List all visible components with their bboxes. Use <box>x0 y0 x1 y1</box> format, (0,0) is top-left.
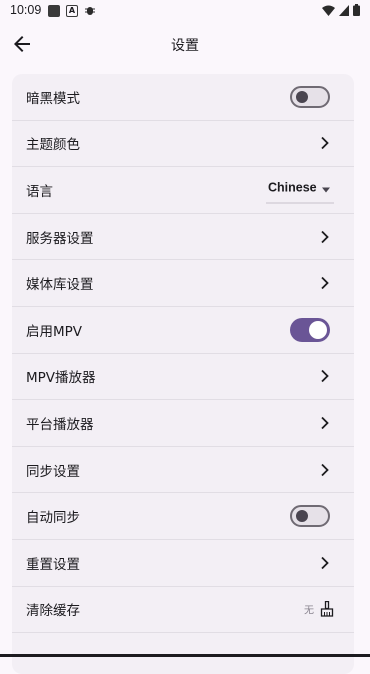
caret-down-icon <box>322 187 330 193</box>
chevron-right-icon <box>321 277 329 290</box>
chevron-right-icon <box>321 230 329 243</box>
switch-knob <box>309 320 327 339</box>
setting-row-platform-player[interactable]: 平台播放器 <box>12 400 354 447</box>
setting-label: 服务器设置 <box>26 230 94 247</box>
switch-knob <box>296 510 308 523</box>
app-bar: 设置 <box>0 22 370 66</box>
setting-label: 语言 <box>26 183 53 200</box>
setting-row-theme-color[interactable]: 主题颜色 <box>12 121 354 168</box>
language-select[interactable]: Chinese <box>266 176 334 204</box>
language-select-value: Chinese <box>268 180 317 195</box>
setting-label: 清除缓存 <box>26 603 80 620</box>
chevron-right-icon <box>321 556 329 569</box>
setting-label: 同步设置 <box>26 463 80 480</box>
setting-row-server-settings[interactable]: 服务器设置 <box>12 214 354 261</box>
status-time: 10:09 <box>10 3 42 17</box>
wifi-icon <box>322 5 335 19</box>
setting-row-language[interactable]: 语言 Chinese <box>12 167 354 214</box>
setting-label: MPV播放器 <box>26 370 96 387</box>
setting-label: 启用MPV <box>26 323 83 340</box>
setting-label: 平台播放器 <box>26 416 94 433</box>
setting-row-library-settings[interactable]: 媒体库设置 <box>12 260 354 307</box>
enable-mpv-switch[interactable] <box>290 317 330 342</box>
chevron-right-icon <box>321 370 329 383</box>
status-icons-left: A <box>48 4 96 18</box>
page-title: 设置 <box>171 38 199 54</box>
status-icons-right <box>322 4 360 19</box>
setting-label: 媒体库设置 <box>26 277 94 294</box>
setting-row-reset-settings[interactable]: 重置设置 <box>12 540 354 587</box>
setting-row-clear-cache[interactable]: 清除缓存 无 <box>12 587 354 634</box>
settings-card: 暗黑模式 主题颜色 语言 Chinese 服务器设置 媒体库设置 启用MPV M… <box>12 74 354 674</box>
setting-label: 暗黑模式 <box>26 90 80 107</box>
setting-label: 重置设置 <box>26 556 80 573</box>
cache-size-value: 无 <box>304 605 314 617</box>
setting-row-enable-mpv[interactable]: 启用MPV <box>12 307 354 354</box>
setting-row-auto-sync[interactable]: 自动同步 <box>12 493 354 540</box>
chevron-right-icon <box>321 463 329 476</box>
chevron-right-icon <box>321 416 329 430</box>
bug-icon <box>84 4 96 18</box>
status-bar: 10:09 A <box>0 0 370 22</box>
auto-sync-switch[interactable] <box>290 505 330 528</box>
signal-icon <box>339 4 349 19</box>
setting-row-dark-mode[interactable]: 暗黑模式 <box>12 74 354 121</box>
setting-label: 自动同步 <box>26 510 80 527</box>
chevron-right-icon <box>321 137 329 150</box>
setting-row-mpv-player[interactable]: MPV播放器 <box>12 354 354 401</box>
setting-label: 主题颜色 <box>26 137 80 154</box>
battery-icon <box>353 4 360 19</box>
dark-mode-switch[interactable] <box>290 85 330 108</box>
switch-knob <box>296 90 308 103</box>
a-notification-icon: A <box>66 5 78 17</box>
broom-icon[interactable] <box>320 601 334 617</box>
setting-row-sync-settings[interactable]: 同步设置 <box>12 447 354 494</box>
square-notification-icon <box>48 5 60 17</box>
